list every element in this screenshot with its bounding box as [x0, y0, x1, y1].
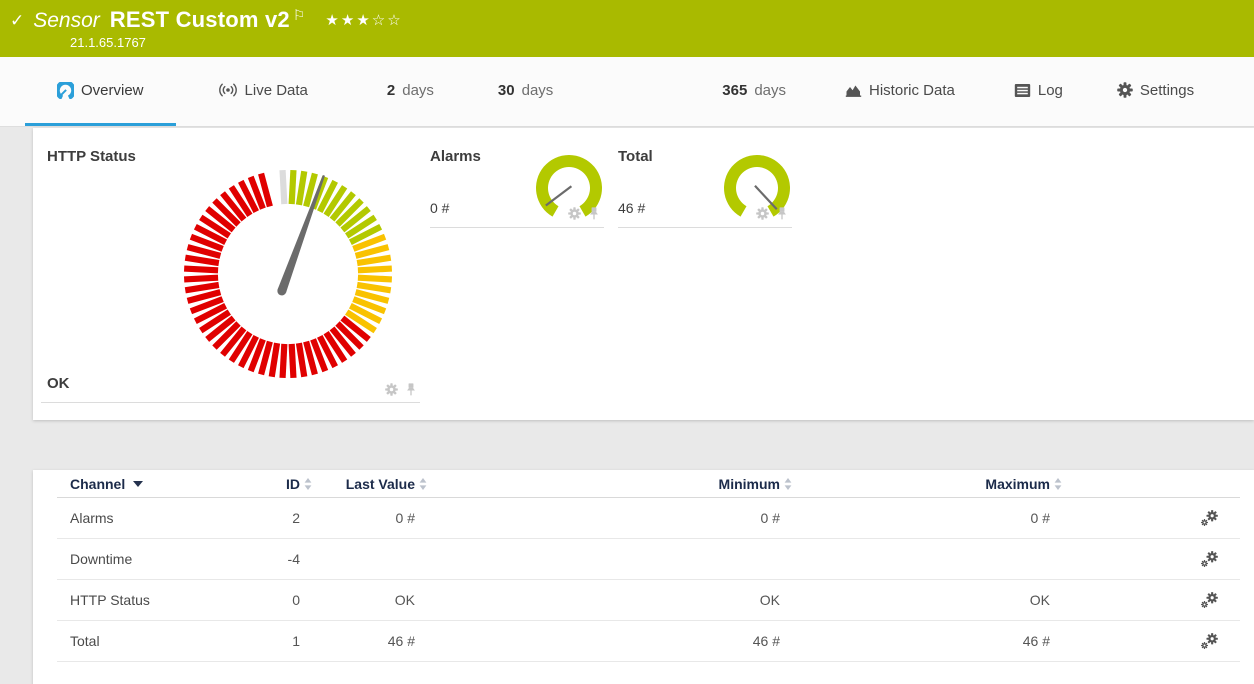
- tab-day-number: 2: [387, 82, 395, 99]
- channel-settings-gears-icon[interactable]: [1200, 509, 1218, 527]
- sensor-version: 21.1.65.1767: [70, 35, 1254, 50]
- gauges-panel: HTTP Status OK Alarms 0 # Total: [33, 128, 1254, 420]
- tab-label: Settings: [1140, 82, 1194, 99]
- gear-icon: [1117, 82, 1133, 98]
- gauge-block-alarms: Alarms 0 #: [430, 140, 604, 228]
- channel-name: Alarms: [57, 510, 237, 526]
- tab-2-days[interactable]: 2 days: [375, 57, 446, 126]
- table-row-downtime[interactable]: Downtime -4: [57, 539, 1240, 580]
- gauge-value: 46 #: [618, 200, 645, 216]
- tab-label: Live Data: [245, 82, 308, 99]
- sensor-header: ✓ Sensor REST Custom v2 ⚐ ★★★☆☆ 21.1.65.…: [0, 0, 1254, 57]
- table-row-alarms[interactable]: Alarms 2 0 # 0 # 0 #: [57, 498, 1240, 539]
- table-row-http-status[interactable]: HTTP Status 0 OK OK OK: [57, 580, 1240, 621]
- channel-last-value: 0 #: [312, 510, 427, 526]
- channel-id: 1: [237, 633, 312, 649]
- tab-settings[interactable]: Settings: [1105, 57, 1206, 126]
- channel-maximum: OK: [792, 592, 1062, 608]
- gauge-title: Alarms: [430, 148, 481, 165]
- tab-label: days: [754, 82, 786, 99]
- tab-365-days[interactable]: 365 days: [710, 57, 798, 126]
- gauge-needle: [755, 186, 777, 209]
- tab-day-number: 30: [498, 82, 515, 99]
- gear-icon[interactable]: [756, 207, 769, 220]
- gauge-title: Total: [618, 148, 653, 165]
- column-header-maximum[interactable]: Maximum: [792, 476, 1062, 492]
- sort-arrows-icon: [419, 478, 427, 490]
- sort-arrows-icon: [784, 478, 792, 490]
- channel-id: 2: [237, 510, 312, 526]
- channel-minimum: OK: [427, 592, 792, 608]
- gear-icon[interactable]: [568, 207, 581, 220]
- sort-arrows-icon: [304, 478, 312, 490]
- channel-last-value: OK: [312, 592, 427, 608]
- channel-id: -4: [237, 551, 312, 567]
- gauge-value: 0 #: [430, 200, 449, 216]
- area-chart-icon: [845, 82, 862, 98]
- column-label: ID: [286, 476, 300, 492]
- primary-gauge-status: OK: [47, 375, 70, 392]
- channel-name: Total: [57, 633, 237, 649]
- primary-gauge-title: HTTP Status: [47, 148, 136, 165]
- tab-overview[interactable]: Overview: [25, 57, 176, 126]
- column-label: Last Value: [346, 476, 415, 492]
- tab-label: Log: [1038, 82, 1063, 99]
- column-label: Channel: [70, 476, 125, 492]
- channel-last-value: 46 #: [312, 633, 427, 649]
- gauge-block-divider: [41, 402, 420, 403]
- channel-name: Downtime: [57, 551, 237, 567]
- tab-label: Historic Data: [869, 82, 955, 99]
- flag-icon[interactable]: ⚐: [293, 8, 306, 24]
- channel-settings-gears-icon[interactable]: [1200, 591, 1218, 609]
- broadcast-icon: [218, 82, 238, 98]
- channel-minimum: 46 #: [427, 633, 792, 649]
- log-list-icon: [1014, 83, 1031, 98]
- channel-settings-gears-icon[interactable]: [1200, 632, 1218, 650]
- gear-icon[interactable]: [385, 383, 398, 396]
- column-header-id[interactable]: ID: [237, 476, 312, 492]
- table-header-row: Channel ID Last Value Minimum Maximum: [57, 470, 1240, 498]
- pin-icon[interactable]: [588, 207, 600, 220]
- sensor-title: REST Custom v2: [110, 7, 290, 33]
- pin-icon[interactable]: [405, 383, 417, 396]
- column-label: Minimum: [719, 476, 780, 492]
- channel-table: Channel ID Last Value Minimum Maximum: [57, 470, 1240, 662]
- channel-maximum: 0 #: [792, 510, 1062, 526]
- object-type-label: Sensor: [33, 9, 100, 33]
- gauge-needle: [546, 186, 572, 205]
- tab-label: Overview: [81, 82, 144, 99]
- tab-bar: Overview Live Data 2 days 30 days 365 da…: [0, 57, 1254, 127]
- tab-historic-data[interactable]: Historic Data: [833, 57, 967, 126]
- sort-caret-down-icon: [133, 481, 143, 487]
- star-rating[interactable]: ★★★☆☆: [325, 11, 402, 29]
- gauge-icon: [57, 82, 74, 99]
- channel-id: 0: [237, 592, 312, 608]
- column-header-last-value[interactable]: Last Value: [312, 476, 427, 492]
- column-header-channel[interactable]: Channel: [57, 476, 237, 492]
- channel-name: HTTP Status: [57, 592, 237, 608]
- channel-settings-gears-icon[interactable]: [1200, 550, 1218, 568]
- channel-maximum: 46 #: [792, 633, 1062, 649]
- channel-minimum: 0 #: [427, 510, 792, 526]
- http-status-gauge: [178, 164, 398, 384]
- tab-label: days: [522, 82, 554, 99]
- tab-log[interactable]: Log: [1002, 57, 1075, 126]
- channel-table-panel: Channel ID Last Value Minimum Maximum: [33, 470, 1254, 684]
- column-label: Maximum: [985, 476, 1050, 492]
- tab-label: days: [402, 82, 434, 99]
- check-icon: ✓: [10, 11, 24, 31]
- tab-day-number: 365: [722, 82, 747, 99]
- column-header-minimum[interactable]: Minimum: [427, 476, 792, 492]
- pin-icon[interactable]: [776, 207, 788, 220]
- table-row-total[interactable]: Total 1 46 # 46 # 46 #: [57, 621, 1240, 662]
- gauge-block-total: Total 46 #: [618, 140, 792, 228]
- sort-arrows-icon: [1054, 478, 1062, 490]
- tab-live-data[interactable]: Live Data: [206, 57, 320, 126]
- tab-30-days[interactable]: 30 days: [486, 57, 565, 126]
